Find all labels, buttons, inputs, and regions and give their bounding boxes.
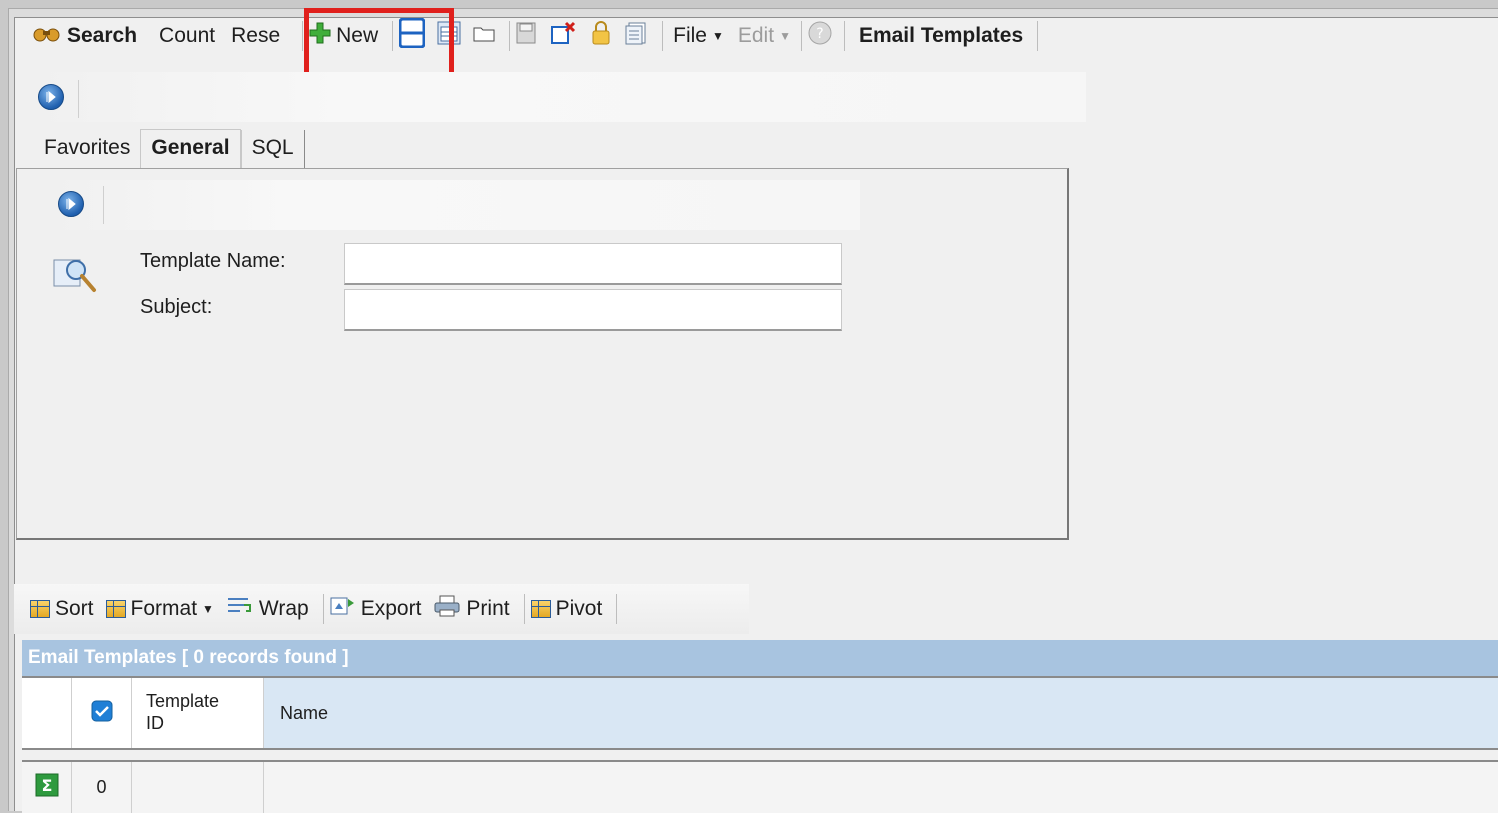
- file-menu[interactable]: File ▼: [673, 24, 724, 48]
- format-button[interactable]: Format ▼: [105, 597, 214, 621]
- window-title-label: Email Templates: [858, 24, 1024, 47]
- window-title: Email Templates: [859, 24, 1023, 48]
- magnifier-search-icon: [52, 254, 104, 303]
- grid-caption: Email Templates [ 0 records found ]: [28, 647, 349, 668]
- summary-button[interactable]: Σ: [22, 762, 72, 813]
- panel-nav-strip: [48, 180, 860, 230]
- toolbar-separator: [523, 594, 525, 624]
- sort-label: Sort: [55, 597, 94, 620]
- tab-favorites[interactable]: Favorites: [16, 130, 140, 168]
- checkbox-checked-icon: [91, 700, 113, 727]
- toolbar-separator: [800, 21, 802, 51]
- grid-column-header: Template ID Name: [22, 676, 1498, 750]
- search-button[interactable]: Search: [32, 24, 137, 48]
- toolbar-separator: [616, 594, 618, 624]
- sort-button[interactable]: Sort: [30, 597, 94, 621]
- export-label: Export: [360, 597, 422, 620]
- edit-menu-label: Edit: [737, 24, 775, 47]
- template-name-field[interactable]: [344, 243, 842, 285]
- pivot-button[interactable]: Pivot: [530, 597, 603, 621]
- sort-grid-icon: [30, 600, 50, 618]
- tab-general-label: General: [151, 136, 230, 159]
- summary-count: 0: [72, 762, 132, 813]
- toolbar-separator: [509, 21, 511, 51]
- subject-value: [345, 290, 841, 310]
- navigation-arrow-icon[interactable]: [38, 84, 64, 110]
- tab-general[interactable]: General: [140, 129, 241, 168]
- search-label: Search: [67, 24, 138, 47]
- count-label: Count: [159, 24, 216, 47]
- tab-sql[interactable]: SQL: [240, 130, 305, 168]
- panel-navigation-arrow-icon[interactable]: [58, 191, 84, 217]
- summary-name-cell: [264, 762, 1498, 813]
- printer-icon: [433, 595, 461, 623]
- toolbar-separator: [662, 21, 664, 51]
- folder-icon[interactable]: [473, 24, 495, 48]
- tab-favorites-label: Favorites: [44, 136, 131, 159]
- pivot-label: Pivot: [555, 597, 603, 620]
- row-selector-header: [22, 678, 72, 748]
- subject-field[interactable]: [344, 289, 842, 331]
- chevron-down-icon: ▼: [711, 29, 724, 43]
- notes-icon[interactable]: [624, 21, 648, 51]
- save-icon[interactable]: [516, 22, 536, 50]
- svg-text:?: ?: [816, 26, 823, 42]
- chevron-down-icon: ▼: [202, 602, 214, 616]
- help-button[interactable]: ?: [808, 21, 832, 51]
- nav-strip-separator: [78, 80, 79, 118]
- chevron-down-icon: ▼: [779, 29, 791, 43]
- format-grid-icon: [105, 600, 126, 618]
- top-nav-strip: [30, 72, 1086, 122]
- template-name-value: [345, 244, 841, 264]
- summary-count-value: 0: [96, 777, 107, 797]
- lock-icon[interactable]: [592, 21, 610, 51]
- grid-caption-bar: Email Templates [ 0 records found ]: [22, 640, 1498, 676]
- main-toolbar: Search Count Rese New File ▼ Edit ▼ ? Em…: [0, 17, 1220, 54]
- format-label: Format: [130, 597, 198, 620]
- count-button[interactable]: Count: [159, 24, 215, 48]
- record-icons-group: [516, 21, 648, 51]
- grid-toolbar: Sort Format ▼ Wrap Export Print Pivot: [14, 584, 623, 634]
- export-button[interactable]: Export: [330, 595, 422, 623]
- export-icon: [330, 595, 356, 623]
- template-id-header-line2: ID: [146, 713, 164, 733]
- toolbar-separator: [843, 21, 845, 51]
- print-label: Print: [466, 597, 510, 620]
- column-header-name[interactable]: Name: [264, 678, 1498, 748]
- help-icon: ?: [808, 21, 832, 51]
- template-id-header-line1: Template: [146, 691, 220, 712]
- column-header-template-id[interactable]: Template ID: [132, 678, 264, 748]
- svg-text:Σ: Σ: [41, 776, 52, 795]
- subject-label: Subject:: [140, 296, 213, 318]
- toolbar-separator: [322, 594, 324, 624]
- tab-bar: Favorites General SQL: [16, 129, 305, 168]
- toolbar-separator: [302, 21, 304, 51]
- edit-menu[interactable]: Edit ▼: [738, 24, 791, 48]
- print-button[interactable]: Print: [433, 595, 510, 623]
- grid-summary-row: Σ 0: [22, 760, 1498, 813]
- pivot-grid-icon: [530, 600, 551, 618]
- template-name-label: Template Name:: [140, 250, 286, 272]
- delete-record-icon[interactable]: [550, 21, 578, 51]
- reset-button[interactable]: Rese: [231, 24, 280, 48]
- wrap-button[interactable]: Wrap: [226, 596, 309, 622]
- file-menu-label: File: [673, 24, 707, 47]
- wrap-text-icon: [226, 596, 254, 622]
- binoculars-icon: [32, 24, 62, 48]
- wrap-label: Wrap: [258, 597, 309, 620]
- name-header-label: Name: [280, 702, 329, 723]
- panel-strip-separator: [103, 186, 104, 224]
- summary-template-id-cell: [132, 762, 264, 813]
- sigma-icon: Σ: [35, 773, 59, 802]
- select-all-checkbox[interactable]: [72, 678, 132, 748]
- reset-label: Rese: [231, 24, 281, 47]
- toolbar-separator: [1037, 21, 1039, 51]
- tab-sql-label: SQL: [251, 136, 294, 159]
